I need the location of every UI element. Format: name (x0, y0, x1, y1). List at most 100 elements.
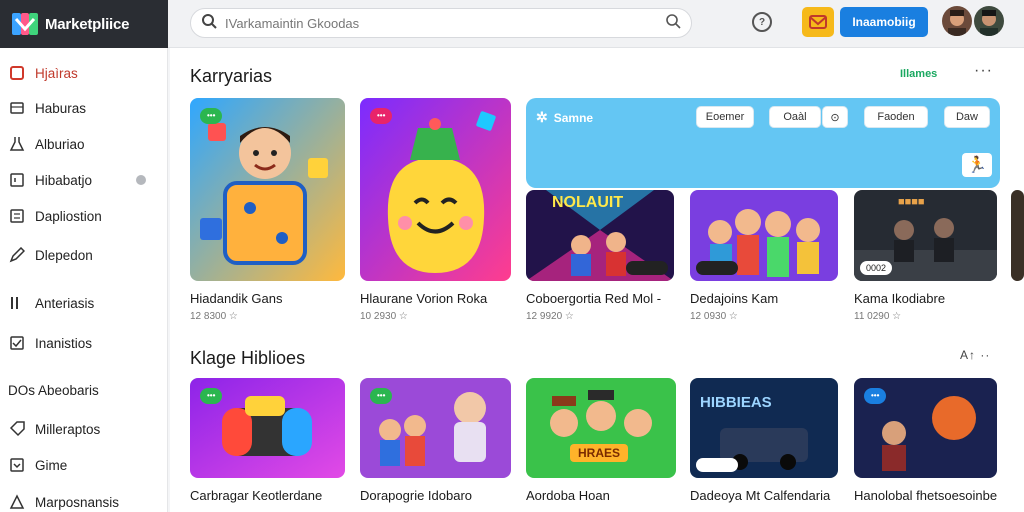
sidebar-item-label: Inanistios (35, 335, 93, 351)
promo-title: ✲ Samne (536, 109, 594, 125)
game-title: Kama Ikodiabre (854, 291, 946, 306)
game-title: Coboergortia Red Mol - (526, 291, 662, 306)
cart-icon (8, 99, 26, 117)
avatar-secondary[interactable] (974, 6, 1004, 36)
game-thumbnail: ••• (360, 378, 511, 478)
section-title: Karryarias (190, 66, 273, 86)
thumbnail-text: HRAES (570, 444, 629, 462)
tag-badge: ••• (370, 108, 393, 124)
game-thumbnail: ••• (854, 378, 997, 478)
sidebar-item-0[interactable]: Hjaìras (8, 58, 160, 88)
sidebar-item-3[interactable]: Hibabatjo (8, 165, 160, 195)
badge (696, 261, 738, 275)
sidebar-item-2[interactable]: Alburiao (8, 129, 160, 159)
game-title: Aordoba Hoan (526, 488, 610, 503)
game-thumbnail (690, 190, 838, 281)
game-thumbnail: HIBBIEAS (690, 378, 838, 478)
sidebar-item-label: Gime (35, 457, 68, 473)
view-all-link[interactable]: Illames (900, 68, 937, 80)
sidebar-item-label: Dlepedon (35, 247, 93, 263)
sort-options[interactable]: A↑ ·· (960, 348, 990, 362)
help-icon[interactable]: ? (752, 12, 772, 32)
app-title: Marketpliice (45, 15, 130, 33)
sidebar-item-label: Haburas (35, 100, 87, 116)
sidebar-item-5[interactable]: Dlepedon (8, 240, 160, 270)
sidebar-item-8[interactable]: DOs Abeobaris (8, 375, 160, 405)
check-icon (8, 334, 26, 352)
tag-badge: ••• (864, 388, 887, 404)
sidebar-item-9[interactable]: Milleraptos (8, 414, 160, 444)
sidebar-item-label: DOs Abeobaris (8, 382, 99, 398)
flask-icon (8, 135, 26, 153)
game-thumbnail-partial[interactable] (1011, 190, 1024, 281)
chevron-icon (8, 456, 26, 474)
filter-chip[interactable]: Faoden (864, 106, 928, 128)
game-title: Hiadandik Gans (190, 291, 283, 306)
sidebar-item-4[interactable]: Dapliostion (8, 201, 160, 231)
primary-action-button[interactable]: Inaamobiig (840, 7, 928, 37)
bell-icon (809, 15, 827, 29)
sidebar-item-label: Marposnansis (35, 494, 120, 510)
tag-badge: ••• (200, 388, 223, 404)
search-bar[interactable] (190, 8, 692, 38)
thumbnail-text: ■■■■ (898, 196, 925, 208)
bars-icon (8, 294, 26, 312)
game-title: Hlaurane Vorion Roka (360, 291, 488, 306)
grid-icon (8, 207, 26, 225)
game-thumbnail: ••• (190, 378, 345, 478)
sidebar-item-label: Dapliostion (35, 208, 102, 224)
top-bar: Marketpliice ? Inaamobiig (0, 0, 1024, 48)
game-meta: 12 8300 ☆ (190, 311, 238, 322)
more-options-icon[interactable]: ··· (974, 62, 993, 80)
status-dot (136, 175, 146, 185)
target-icon[interactable]: ⊙ (822, 106, 848, 128)
brand[interactable]: Marketpliice (0, 0, 168, 48)
sidebar-item-label: Anteriasis (35, 295, 95, 311)
search-icon (201, 13, 217, 34)
pencil-icon (8, 246, 26, 264)
main-content: Karryarias Illames ··· ••• Hiadandik Gan… (170, 48, 1024, 512)
sidebar-item-6[interactable]: Anteriasis (8, 288, 160, 318)
game-title: Carbragar Keotlerdane (190, 488, 323, 503)
game-meta: 10 2930 ☆ (360, 311, 408, 322)
thumbnail-text: NOLAUIT (552, 194, 624, 211)
tag-badge: ••• (370, 388, 393, 404)
sidebar-item-label: Alburiao (35, 136, 85, 152)
game-title: Dadeoya Mt Calfendaria (690, 488, 831, 503)
game-thumbnail: ■■■■ 0002 (854, 190, 997, 281)
tag-icon (8, 420, 26, 438)
thumbnail-text: HIBBIEAS (700, 394, 772, 411)
sidebar-item-1[interactable]: Haburas (8, 93, 160, 123)
sidebar-item-7[interactable]: Inanistios (8, 328, 160, 358)
game-thumbnail: NOLAUIT (526, 190, 674, 281)
section-title: Klage Hiblioes (190, 348, 306, 368)
filter-chip[interactable]: Daw (944, 106, 990, 128)
square-icon (8, 64, 26, 82)
badge (626, 261, 668, 275)
box-icon (8, 171, 26, 189)
sidebar-item-11[interactable]: Marposnansis (8, 487, 160, 512)
avatar[interactable] (942, 6, 972, 36)
gear-icon: ✲ (536, 109, 548, 125)
thumbnail-text: 0002 (860, 261, 893, 275)
notification-button[interactable] (802, 7, 834, 37)
check-icon (8, 493, 26, 511)
run-icon[interactable]: 🏃 (962, 153, 992, 177)
marketplace-logo-icon (10, 9, 40, 39)
game-thumbnail: ••• (190, 98, 345, 281)
filter-chip[interactable]: Eoemer (696, 106, 754, 128)
filter-chip[interactable]: Oaàl (769, 106, 821, 128)
promo-banner[interactable]: ✲ Samne Eoemer Oaàl ⊙ Faoden Daw (526, 98, 1000, 188)
search-submit-icon[interactable] (665, 13, 681, 34)
sidebar-item-label: Hibabatjo (35, 172, 93, 188)
game-thumbnail: ••• (360, 98, 511, 281)
tag-badge: ••• (200, 108, 223, 124)
sidebar-item-10[interactable]: Gime (8, 450, 160, 480)
badge (696, 458, 738, 472)
game-title: Dedajoins Kam (690, 291, 779, 306)
sidebar-item-label: Milleraptos (35, 421, 101, 437)
sidebar-item-label: Hjaìras (35, 65, 78, 81)
game-thumbnail: HRAES (526, 378, 676, 478)
game-title: Hanolobal fhetsoesoinbe (854, 488, 998, 503)
search-input[interactable] (225, 15, 665, 31)
